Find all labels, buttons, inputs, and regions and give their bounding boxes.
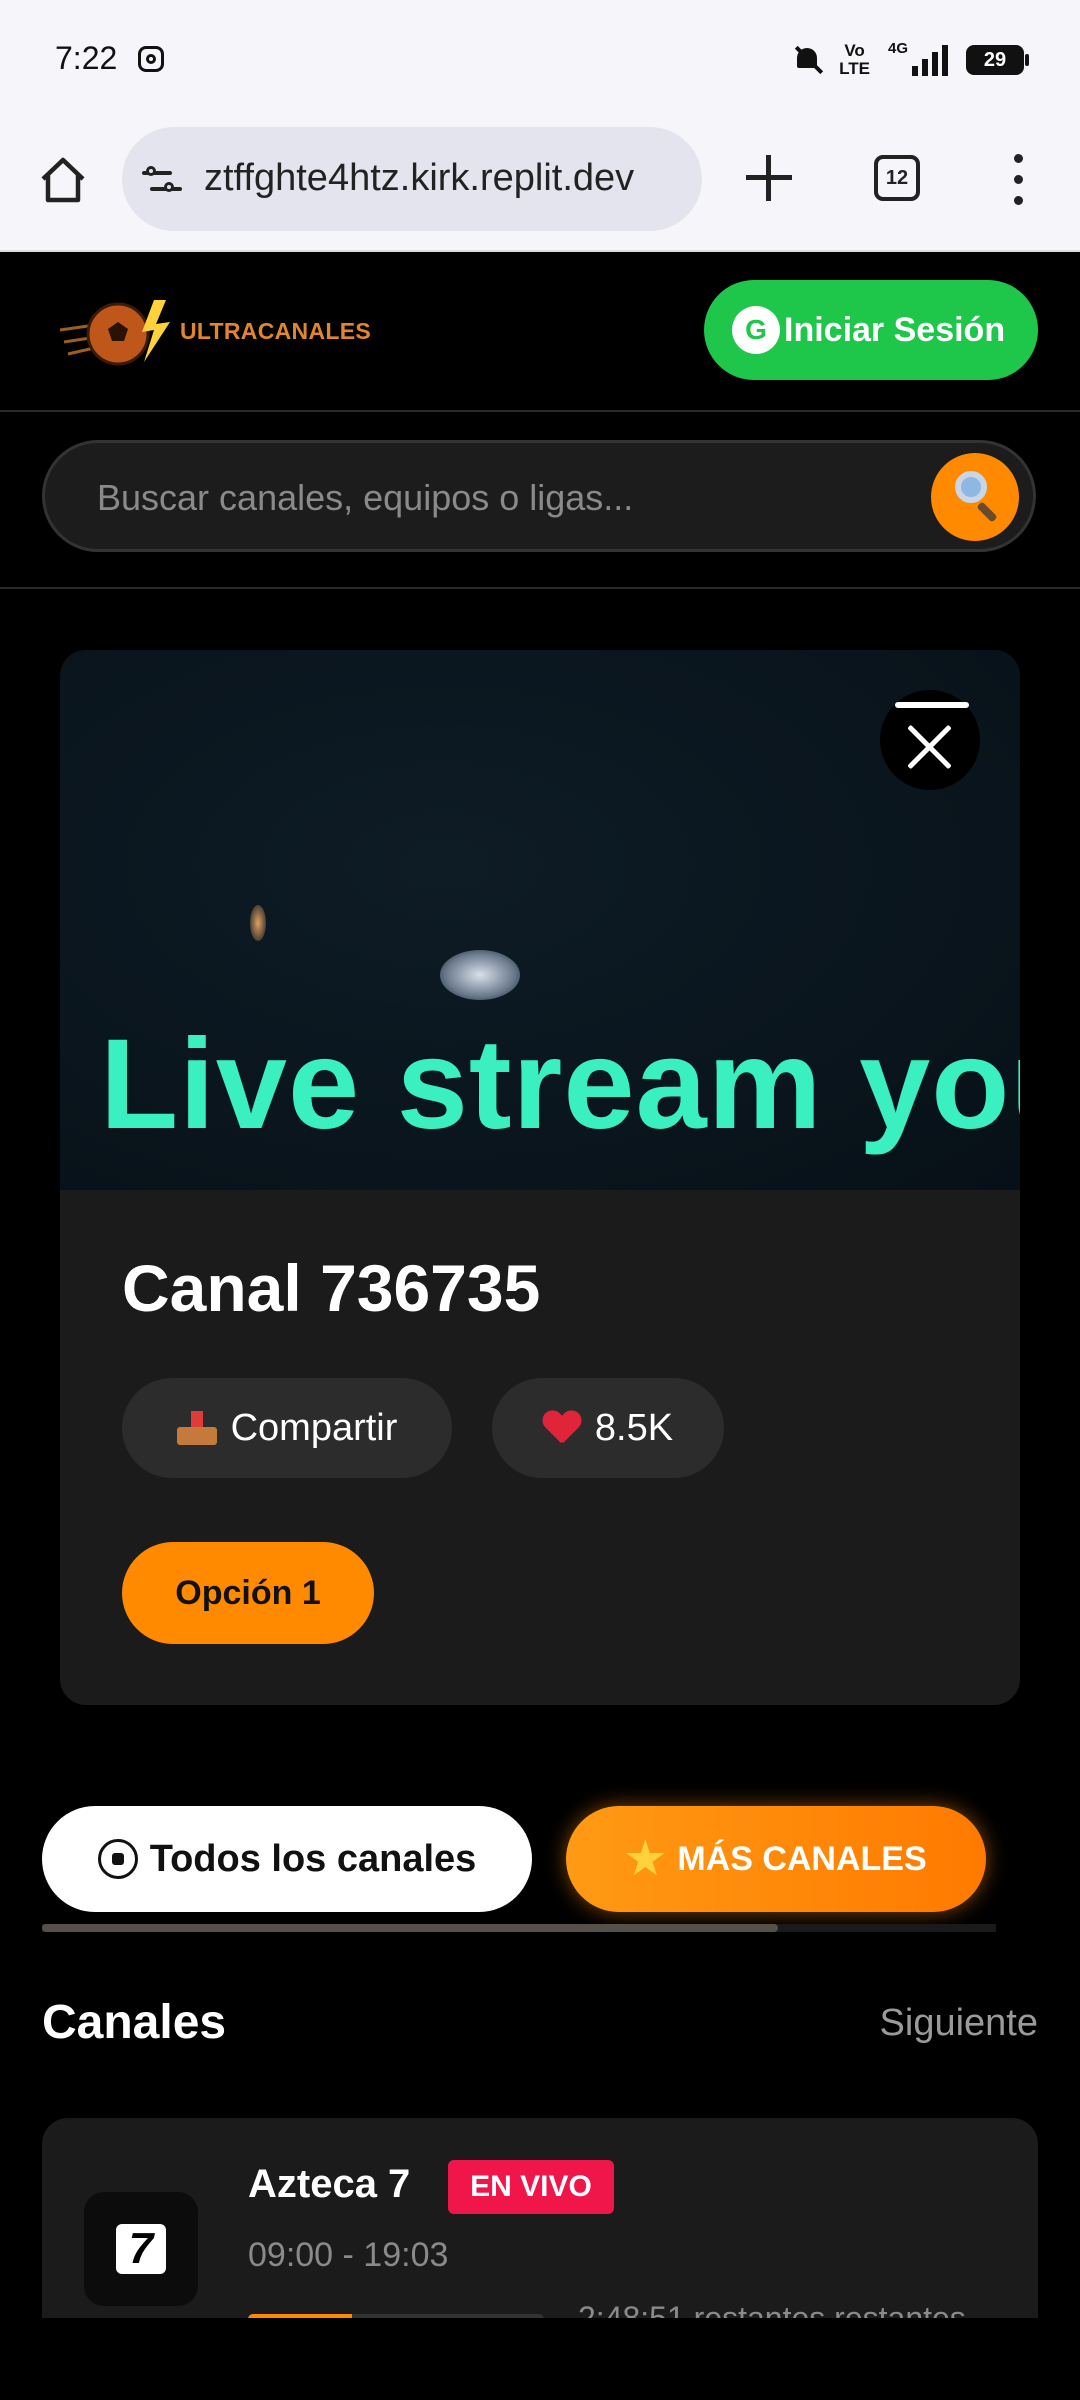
battery-icon: 29 — [966, 45, 1029, 75]
search-button[interactable] — [931, 453, 1019, 541]
browser-toolbar: ztffghte4htz.kirk.replit.dev 12 — [0, 125, 1080, 252]
status-bar: 7:22 Vo LTE 4G 29 — [0, 0, 1080, 125]
more-channels-button[interactable]: MÁS CANALES — [566, 1806, 986, 1912]
home-icon[interactable] — [38, 155, 88, 205]
channel-card[interactable]: 7 Azteca 7 EN VIVO 09:00 - 19:03 2:48:51… — [42, 2118, 1038, 2318]
soccer-ball-logo-icon — [59, 300, 170, 366]
login-label: Iniciar Sesión — [784, 310, 1006, 349]
search-section: Buscar canales, equipos o ligas... — [0, 412, 1080, 589]
likes-count: 8.5K — [594, 1406, 674, 1449]
volte-indicator: Vo LTE — [839, 41, 870, 78]
section-title: Canales — [42, 1996, 227, 2049]
share-button[interactable]: Compartir — [122, 1378, 452, 1478]
magnifier-icon — [955, 471, 987, 503]
close-video-button[interactable] — [880, 690, 980, 790]
channel-name: Azteca 7 — [248, 2162, 411, 2206]
time-remaining: 2:48:51 restantes restantes — [578, 2300, 966, 2318]
url-text[interactable]: ztffghte4htz.kirk.replit.dev — [204, 157, 634, 200]
all-channels-button[interactable]: Todos los canales — [42, 1806, 532, 1912]
video-player[interactable]: Live stream your — [60, 650, 1020, 1190]
soccer-ball-icon — [97, 1839, 138, 1879]
site-logo[interactable]: ULTRACANALES — [58, 292, 371, 372]
star-icon — [626, 1839, 665, 1876]
search-input[interactable]: Buscar canales, equipos o ligas... — [42, 440, 1036, 552]
network-type: 4G — [887, 40, 908, 57]
channel-title: Canal 736735 — [122, 1251, 541, 1325]
player-card: Live stream your Canal 736735 Compartir … — [60, 650, 1020, 1705]
heart-icon — [543, 1411, 581, 1445]
new-tab-icon[interactable] — [746, 155, 792, 201]
channel-logo: 7 — [84, 2192, 198, 2306]
live-badge: EN VIVO — [448, 2160, 614, 2214]
share-label: Compartir — [230, 1406, 398, 1449]
video-headline: Live stream your — [100, 1013, 1020, 1156]
more-channels-label: MÁS CANALES — [677, 1839, 927, 1878]
video-light-blob — [250, 905, 266, 941]
google-icon: G — [732, 306, 780, 354]
tab-switcher-button[interactable]: 12 — [874, 155, 920, 201]
more-menu-icon[interactable] — [1012, 154, 1024, 206]
site-settings-icon[interactable] — [142, 165, 182, 195]
status-icons: Vo LTE 4G 29 — [793, 40, 1029, 80]
address-bar[interactable]: ztffghte4htz.kirk.replit.dev — [122, 127, 702, 231]
page-bottom — [0, 2318, 1080, 2400]
channel-schedule: 09:00 - 19:03 — [248, 2236, 449, 2274]
logo-text: ULTRACANALES — [180, 318, 371, 344]
magnifier-handle — [976, 501, 998, 523]
muted-bell-icon — [793, 45, 821, 75]
next-link[interactable]: Siguiente — [880, 2002, 1038, 2045]
site-header: ULTRACANALES G Iniciar Sesión — [0, 252, 1080, 412]
login-button[interactable]: G Iniciar Sesión — [704, 280, 1038, 380]
video-light-blob — [440, 950, 520, 1000]
search-placeholder: Buscar canales, equipos o ligas... — [97, 477, 634, 518]
all-channels-label: Todos los canales — [149, 1837, 477, 1880]
option-1-button[interactable]: Opción 1 — [122, 1542, 374, 1644]
like-button[interactable]: 8.5K — [492, 1378, 724, 1478]
close-icon — [895, 702, 969, 708]
outbox-tray-icon — [176, 1411, 217, 1445]
signal-icon — [912, 44, 948, 76]
azteca-7-logo-icon: 7 — [116, 2224, 166, 2274]
instagram-notification-icon — [138, 46, 164, 72]
category-scrollbar[interactable] — [42, 1924, 778, 1932]
status-time: 7:22 — [55, 40, 118, 76]
